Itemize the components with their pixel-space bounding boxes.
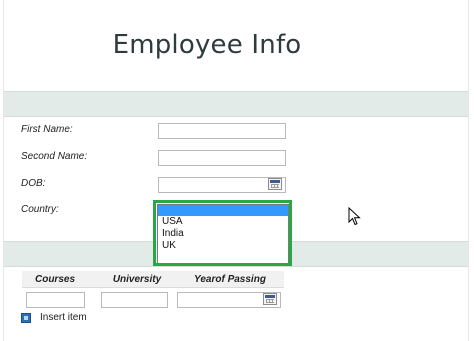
form-page: Employee Info First Name: Second Name: D… (0, 0, 474, 341)
calendar-icon-grid (266, 299, 274, 303)
country-option-usa[interactable]: USA (158, 216, 288, 228)
page-title: Employee Info (112, 30, 302, 60)
first-name-label: First Name: (21, 124, 73, 135)
column-header-courses: Courses (34, 274, 75, 285)
country-option-blank[interactable] (158, 205, 288, 216)
university-input[interactable] (101, 292, 168, 308)
page-border-right (468, 0, 469, 341)
calendar-icon[interactable] (263, 293, 277, 305)
column-header-year-of-passing: Yearof Passing (194, 274, 266, 285)
insert-item-icon (21, 312, 31, 323)
mouse-cursor-icon (348, 207, 361, 226)
insert-item-label: Insert item (40, 312, 87, 323)
calendar-icon-header (270, 180, 280, 183)
first-name-input[interactable] (158, 123, 286, 139)
section-header-band (4, 91, 468, 117)
country-dropdown-list[interactable]: USA India UK (157, 204, 289, 264)
calendar-icon-header (265, 295, 275, 298)
dob-input[interactable] (158, 177, 286, 193)
country-option-india[interactable]: India (158, 228, 288, 240)
country-option-uk[interactable]: UK (158, 240, 288, 252)
insert-item-link[interactable]: Insert item (21, 312, 87, 323)
column-header-university: University (112, 274, 162, 285)
dob-label: DOB: (21, 178, 46, 189)
country-label: Country: (21, 204, 59, 215)
calendar-icon[interactable] (268, 178, 282, 190)
calendar-icon-grid (271, 184, 279, 188)
courses-input[interactable] (26, 292, 85, 308)
second-name-input[interactable] (158, 150, 286, 166)
second-name-label: Second Name: (21, 151, 88, 162)
